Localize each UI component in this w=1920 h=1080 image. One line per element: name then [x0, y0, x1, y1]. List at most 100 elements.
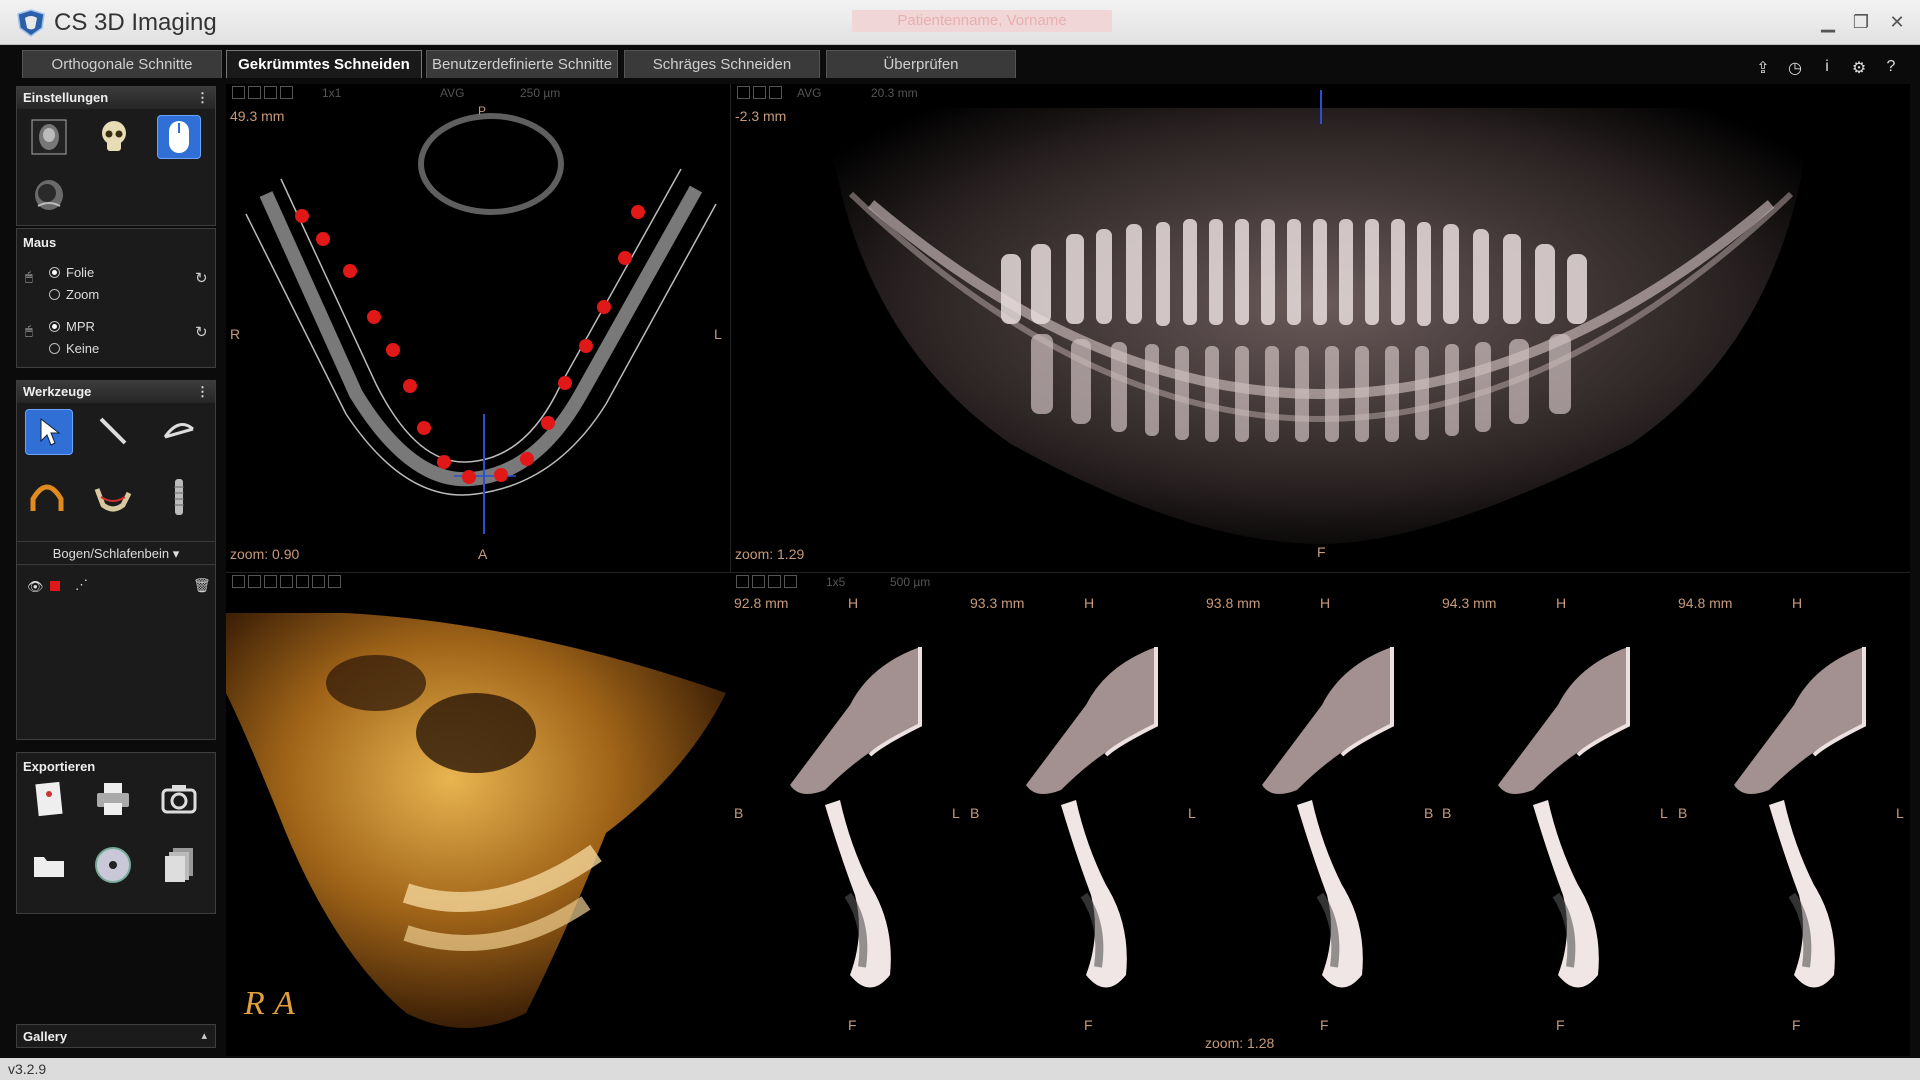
eye-icon[interactable]: 👁 — [27, 579, 44, 595]
chevron-down-icon: ▾ — [172, 546, 180, 561]
burn-cd-button[interactable] — [91, 843, 135, 887]
export-folder-button[interactable] — [27, 843, 71, 887]
patient-name: Patientenname, Vorname — [852, 10, 1112, 32]
radio-mpr[interactable]: MPR — [49, 319, 95, 334]
tools-panel-title: Werkzeuge — [23, 384, 92, 399]
radio-keine[interactable]: Keine — [49, 341, 99, 356]
app-title: CS 3D Imaging — [54, 9, 217, 36]
app-logo-icon — [17, 9, 45, 37]
radio-folie-label: Folie — [66, 265, 95, 280]
cross-section-slice[interactable]: 93.3 mm H B L F — [966, 595, 1202, 1035]
angle-tool-button[interactable] — [157, 409, 201, 453]
xray-view-button[interactable] — [27, 115, 71, 159]
panoramic-viewport[interactable]: AVG 20.3 mm -2.3 mm zoom: 1.29 H F — [730, 84, 1910, 572]
slice-image — [1498, 647, 1630, 988]
version-label: v3.2.9 — [8, 1061, 47, 1077]
cross-section-zoom: zoom: 1.28 — [1205, 1035, 1275, 1051]
chevron-up-icon[interactable]: ▴ — [201, 1029, 207, 1042]
mouse-panel-title: Maus — [23, 235, 57, 250]
xray-icon — [31, 119, 67, 155]
more-icon[interactable]: ⋮ — [196, 87, 209, 109]
radio-mpr-label: MPR — [66, 319, 95, 334]
timer-icon[interactable]: ◷ — [1786, 58, 1804, 78]
angle-icon — [163, 423, 194, 439]
radio-zoom-label: Zoom — [66, 287, 100, 302]
radio-zoom[interactable]: Zoom — [49, 287, 99, 302]
cross-section-slice[interactable]: 94.8 mm H B L F — [1674, 595, 1910, 1035]
radio-icon — [49, 321, 60, 332]
tab-ueberpruefen[interactable]: Überprüfen — [826, 50, 1016, 78]
window-icon[interactable] — [768, 575, 781, 588]
cross-section-slice[interactable]: 94.3 mm H B L F — [1438, 595, 1674, 1035]
arch-icon — [30, 484, 64, 511]
mouse-settings-button[interactable] — [157, 115, 201, 159]
export-images-button[interactable] — [157, 843, 201, 887]
arch-type-label: Bogen/Schlafenbein — [52, 546, 170, 561]
slice-image — [1026, 647, 1158, 988]
columns-icon[interactable] — [784, 575, 797, 588]
slice-image — [790, 647, 922, 988]
cross-section-toolbar — [736, 575, 797, 588]
reset-icon[interactable]: ↻ — [195, 323, 208, 341]
screenshot-button[interactable] — [157, 777, 201, 821]
radio-icon — [49, 343, 60, 354]
camera-icon — [161, 785, 197, 814]
fit-icon[interactable] — [752, 575, 765, 588]
tab-orthogonale-schnitte[interactable]: Orthogonale Schnitte — [22, 50, 222, 78]
arch-type-dropdown[interactable]: Bogen/Schlafenbein ▾ — [17, 541, 215, 565]
skull-view-button[interactable] — [92, 115, 136, 159]
orientation-a: A — [274, 985, 295, 1022]
points-icon[interactable]: ⋰ — [75, 577, 88, 593]
mouse-right-icon: 🖱 — [25, 323, 33, 338]
reset-icon[interactable]: ↻ — [195, 269, 208, 287]
cross-section-slab: 1x5 — [826, 575, 846, 589]
tools-panel: Werkzeuge ⋮ Bogen/Schlafenbein ▾ 👁 ⋰ 🗑 — [16, 380, 216, 740]
settings-icon[interactable]: ⚙ — [1850, 58, 1868, 78]
mouse-panel: Maus 🖱 Folie Zoom ↻ 🖱 MPR Keine ↻ — [16, 228, 216, 368]
axial-viewport[interactable]: 1x1 AVG 250 µm 49.3 mm zoom: 0.90 P A R … — [226, 84, 734, 572]
info-icon[interactable]: i — [1818, 58, 1836, 78]
cross-section-slice[interactable]: 92.8 mm H B L F — [730, 595, 966, 1035]
panoramic-image — [826, 90, 1811, 544]
print-button[interactable] — [91, 777, 135, 821]
color-swatch[interactable] — [50, 581, 60, 591]
close-icon[interactable]: ✕ — [1885, 10, 1909, 34]
radio-folie[interactable]: Folie — [49, 265, 94, 280]
minimize-icon[interactable]: ▁ — [1816, 10, 1840, 34]
help-icon[interactable]: ? — [1882, 58, 1900, 78]
ruler-icon — [99, 417, 127, 445]
pointer-icon — [40, 417, 61, 446]
axial-image — [245, 113, 717, 534]
tab-gekruemmtes-schneiden[interactable]: Gekrümmtes Schneiden — [226, 50, 422, 78]
delete-icon[interactable]: 🗑 — [193, 577, 211, 594]
radio-keine-label: Keine — [66, 341, 100, 356]
cross-section-slice[interactable]: 93.8 mm H B F — [1202, 595, 1438, 1035]
restore-icon[interactable]: ❐ — [1849, 10, 1873, 34]
cd-icon — [95, 847, 131, 883]
tab-benutzerdefinierte-schnitte[interactable]: Benutzerdefinierte Schnitte — [426, 50, 618, 78]
gallery-panel[interactable]: Gallery ▴ — [16, 1024, 216, 1048]
cross-section-viewport[interactable]: 1x5 500 µm zoom: 1.28 92.8 mm H B L F 93.3 m… — [730, 572, 1910, 1056]
measure-tool-button[interactable] — [91, 409, 135, 453]
implant-tool-button[interactable] — [157, 475, 201, 519]
head-view-button[interactable] — [27, 173, 71, 217]
more-icon[interactable]: ⋮ — [196, 381, 209, 403]
export-panel: Exportieren — [16, 752, 216, 914]
slice-image — [1262, 647, 1394, 988]
arch-tool-button[interactable] — [25, 475, 69, 519]
radio-icon — [49, 267, 60, 278]
mouse-icon — [169, 121, 189, 153]
report-icon — [35, 781, 63, 817]
status-bar: v3.2.9 — [0, 1058, 1920, 1080]
orientation-r: R — [244, 985, 265, 1022]
layout-icon[interactable] — [736, 575, 749, 588]
gallery-title: Gallery — [23, 1029, 68, 1044]
mouse-left-icon: 🖱 — [25, 269, 33, 284]
skull-icon — [102, 121, 126, 151]
report-button[interactable] — [27, 777, 71, 821]
nerve-tool-button[interactable] — [91, 475, 135, 519]
select-tool-button[interactable] — [25, 409, 73, 455]
tab-schraeges-schneiden[interactable]: Schräges Schneiden — [624, 50, 820, 78]
upload-icon[interactable]: ⇪ — [1754, 58, 1772, 78]
volume-viewport[interactable]: R A — [226, 572, 730, 1056]
